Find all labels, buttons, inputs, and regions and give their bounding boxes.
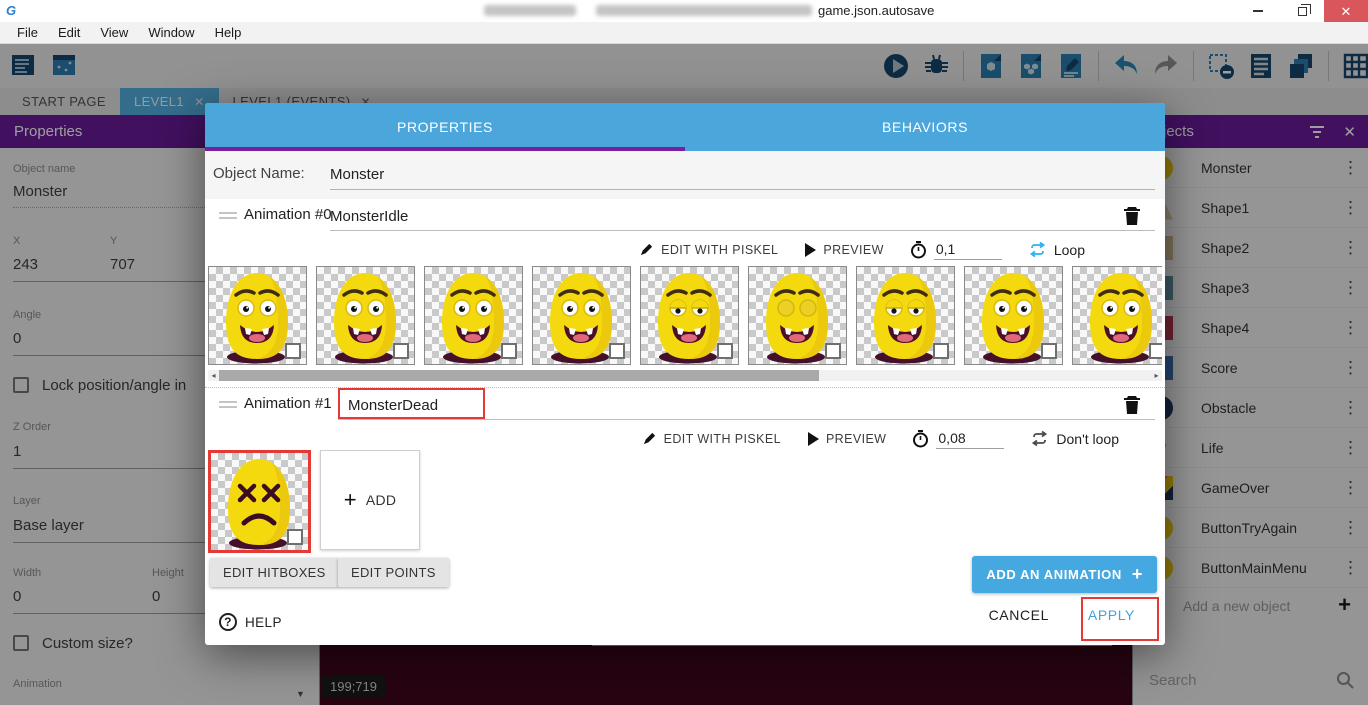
animation-0-frames-strip: [208, 266, 1162, 369]
menu-bar: FileEditViewWindowHelp: [0, 22, 1368, 44]
menu-file[interactable]: File: [8, 23, 47, 42]
delete-animation-icon[interactable]: [1123, 205, 1143, 227]
restore-button[interactable]: [1280, 0, 1324, 22]
question-mark-icon: ?: [219, 613, 237, 631]
add-an-animation-button[interactable]: ADD AN ANIMATION+: [972, 556, 1157, 593]
scrollbar-thumb[interactable]: [219, 370, 819, 381]
minimize-icon: [1253, 10, 1263, 12]
play-icon: [807, 432, 819, 446]
preview-animation-button[interactable]: PREVIEW: [807, 432, 886, 446]
loop-icon: [1028, 242, 1047, 257]
preview-animation-button[interactable]: PREVIEW: [804, 243, 883, 257]
close-button[interactable]: ✕: [1324, 0, 1368, 22]
dialog-tab-bar: PROPERTIES BEHAVIORS: [205, 103, 1165, 151]
name-underline: [330, 230, 1155, 231]
frame-select-checkbox[interactable]: [501, 343, 517, 359]
time-between-frames-input[interactable]: 0,08: [936, 429, 1004, 449]
dialog-object-name-label: Object Name:: [213, 165, 305, 182]
animation-frame[interactable]: [316, 266, 415, 365]
redacted-title-segment: [596, 5, 812, 16]
loop-toggle[interactable]: Don't loop: [1030, 431, 1119, 447]
edit-with-piskel-button[interactable]: EDIT WITH PISKEL: [639, 242, 778, 257]
edit-with-piskel-button[interactable]: EDIT WITH PISKEL: [642, 431, 781, 446]
frame-select-checkbox[interactable]: [609, 343, 625, 359]
frame-select-checkbox[interactable]: [1041, 343, 1057, 359]
gdevelop-app-icon: G: [6, 3, 22, 19]
timer-icon: [912, 430, 929, 448]
frame-select-checkbox[interactable]: [825, 343, 841, 359]
brush-icon: [642, 431, 657, 446]
tab-properties[interactable]: PROPERTIES: [205, 103, 685, 151]
scroll-left-icon[interactable]: ◂: [208, 370, 219, 381]
delete-animation-icon[interactable]: [1123, 394, 1143, 416]
drag-handle-icon[interactable]: [219, 401, 237, 411]
time-between-frames-input[interactable]: 0,1: [934, 240, 1002, 260]
dialog-object-name-input[interactable]: Monster: [330, 160, 1155, 190]
menu-window[interactable]: Window: [139, 23, 203, 42]
animation-0-header: Animation #0 MonsterIdle: [205, 199, 1165, 233]
time-between-frames: 0,1: [910, 240, 1002, 260]
animation-0-name-input[interactable]: MonsterIdle: [330, 205, 408, 229]
restore-icon: [1298, 7, 1307, 16]
animation-frame[interactable]: [1072, 266, 1162, 365]
play-icon: [804, 243, 816, 257]
title-bar: G game.json.autosave ✕: [0, 0, 1368, 22]
animation-0-title: Animation #0: [244, 206, 332, 223]
frame-select-checkbox[interactable]: [287, 529, 303, 545]
frame-select-checkbox[interactable]: [717, 343, 733, 359]
minimize-button[interactable]: [1236, 0, 1280, 22]
animation-1-frames-strip: + ADD: [208, 450, 1162, 557]
loop-toggle[interactable]: Loop: [1028, 242, 1085, 258]
tab-behaviors[interactable]: BEHAVIORS: [685, 103, 1165, 151]
drag-handle-icon[interactable]: [219, 212, 237, 222]
close-icon: ✕: [1341, 5, 1352, 18]
help-button[interactable]: ? HELP: [219, 613, 282, 631]
animation-1-title: Animation #1: [244, 395, 332, 412]
menu-edit[interactable]: Edit: [49, 23, 89, 42]
name-underline: [338, 419, 1155, 420]
brush-icon: [639, 242, 654, 257]
redacted-title-segment: [484, 5, 576, 16]
loop-icon: [1030, 431, 1049, 446]
edit-points-button[interactable]: EDIT POINTS: [338, 558, 449, 587]
edit-hitboxes-button[interactable]: EDIT HITBOXES: [210, 558, 339, 587]
object-name-row: Object Name: Monster: [205, 151, 1165, 199]
animation-0-controls: EDIT WITH PISKEL PREVIEW 0,1 Loop: [205, 233, 1165, 266]
menu-help[interactable]: Help: [206, 23, 251, 42]
animation-frame[interactable]: [532, 266, 631, 365]
window-title: game.json.autosave: [818, 3, 934, 18]
animation-frame[interactable]: [208, 266, 307, 365]
animation-frame[interactable]: [424, 266, 523, 365]
animation-frame[interactable]: [964, 266, 1063, 365]
add-frame-button[interactable]: + ADD: [320, 450, 420, 550]
frame-select-checkbox[interactable]: [393, 343, 409, 359]
plus-icon: +: [1132, 564, 1143, 585]
annotation-monsterdead-highlight: [338, 388, 485, 419]
time-between-frames: 0,08: [912, 429, 1004, 449]
animation-frame[interactable]: [640, 266, 739, 365]
annotation-apply-highlight: [1081, 597, 1159, 641]
object-editor-dialog: PROPERTIES BEHAVIORS Object Name: Monste…: [205, 103, 1165, 645]
plus-icon: +: [344, 487, 357, 513]
animation-frame[interactable]: [208, 450, 311, 553]
scroll-right-icon[interactable]: ▸: [1151, 370, 1162, 381]
animation-frame[interactable]: [856, 266, 955, 365]
cancel-button[interactable]: CANCEL: [981, 601, 1057, 629]
frame-select-checkbox[interactable]: [933, 343, 949, 359]
frames-scrollbar[interactable]: ◂ ▸: [208, 370, 1162, 381]
animation-frame[interactable]: [748, 266, 847, 365]
frame-select-checkbox[interactable]: [1149, 343, 1162, 359]
timer-icon: [910, 241, 927, 259]
menu-view[interactable]: View: [91, 23, 137, 42]
frame-select-checkbox[interactable]: [285, 343, 301, 359]
